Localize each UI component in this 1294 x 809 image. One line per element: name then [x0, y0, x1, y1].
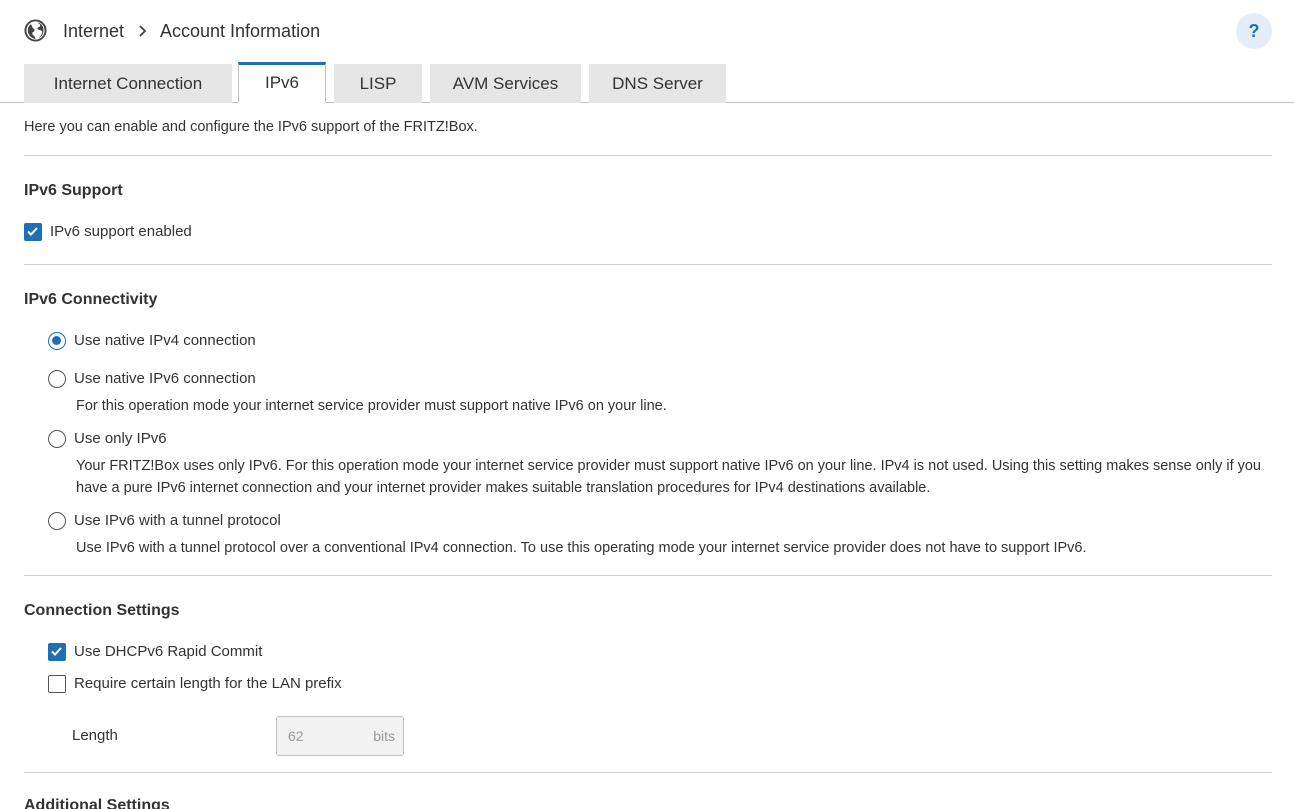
chevron-right-icon — [139, 25, 147, 37]
divider — [24, 575, 1272, 576]
radio-tunnel[interactable] — [48, 512, 66, 530]
check-icon — [27, 227, 38, 236]
radio-only-ipv6-label[interactable]: Use only IPv6 — [74, 430, 167, 447]
native-ipv6-description: For this operation mode your internet se… — [76, 398, 667, 414]
radio-native-ipv6[interactable] — [48, 370, 66, 388]
length-input[interactable]: 62 bits — [276, 716, 404, 756]
radio-native-ipv6-label[interactable]: Use native IPv6 connection — [74, 370, 256, 387]
divider — [24, 155, 1272, 156]
rapid-commit-label[interactable]: Use DHCPv6 Rapid Commit — [74, 643, 262, 660]
tunnel-description: Use IPv6 with a tunnel protocol over a c… — [76, 540, 1087, 556]
tab-dns-server[interactable]: DNS Server — [589, 64, 726, 103]
breadcrumb-root[interactable]: Internet — [63, 19, 124, 43]
help-button[interactable]: ? — [1236, 13, 1272, 49]
rapid-commit-checkbox[interactable] — [48, 643, 66, 661]
radio-native-ipv4[interactable] — [48, 332, 66, 350]
tab-internet-connection[interactable]: Internet Connection — [24, 64, 232, 103]
lan-prefix-label[interactable]: Require certain length for the LAN prefi… — [74, 675, 342, 692]
tab-ipv6[interactable]: IPv6 — [238, 62, 326, 103]
only-ipv6-description: Your FRITZ!Box uses only IPv6. For this … — [76, 458, 1261, 496]
tab-avm-services[interactable]: AVM Services — [430, 64, 581, 103]
tab-lisp[interactable]: LISP — [334, 64, 422, 103]
additional-settings-title: Additional Settings — [24, 797, 170, 809]
connection-settings-title: Connection Settings — [24, 602, 180, 619]
ipv6-support-checkbox[interactable] — [24, 223, 42, 241]
ipv6-connectivity-title: IPv6 Connectivity — [24, 291, 158, 308]
check-icon — [51, 647, 62, 656]
intro-text: Here you can enable and configure the IP… — [24, 119, 478, 135]
length-value: 62 — [288, 728, 304, 744]
radio-tunnel-label[interactable]: Use IPv6 with a tunnel protocol — [74, 512, 281, 529]
radio-native-ipv4-label[interactable]: Use native IPv4 connection — [74, 332, 256, 349]
divider — [24, 772, 1272, 773]
breadcrumb-current: Account Information — [160, 21, 321, 41]
ipv6-support-title: IPv6 Support — [24, 182, 123, 199]
lan-prefix-checkbox[interactable] — [48, 675, 66, 693]
breadcrumb-bar: Internet Account Information ? — [0, 0, 1294, 62]
globe-icon — [24, 19, 47, 42]
tab-bar: Internet Connection IPv6 LISP AVM Servic… — [0, 62, 1294, 103]
ipv6-support-label[interactable]: IPv6 support enabled — [50, 223, 192, 240]
divider — [24, 264, 1272, 265]
length-label: Length — [72, 727, 118, 744]
radio-only-ipv6[interactable] — [48, 430, 66, 448]
length-unit: bits — [373, 728, 395, 744]
